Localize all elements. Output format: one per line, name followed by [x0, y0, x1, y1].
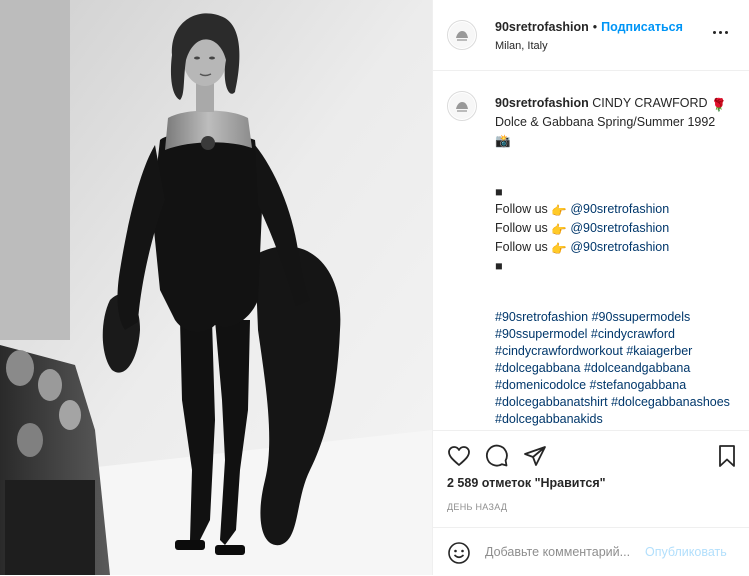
caption-subtitle: Dolce & Gabbana Spring/Summer 1992: [495, 115, 716, 129]
pointing-hand-emoji: 👉: [551, 223, 567, 237]
mention-link[interactable]: @90sretrofashion: [570, 240, 669, 254]
account-avatar-icon[interactable]: [447, 20, 477, 50]
bookmark-icon[interactable]: [715, 444, 739, 468]
runway-photo-illustration: [0, 0, 432, 575]
hashtag-link[interactable]: #dolcegabbana: [495, 361, 581, 375]
post-sidebar: 90sretrofashion • Подписаться Milan, Italy…: [432, 0, 749, 575]
smile-icon[interactable]: [447, 541, 471, 570]
mention-link[interactable]: @90sretrofashion: [570, 221, 669, 235]
more-options-icon[interactable]: [713, 26, 735, 38]
header-separator: •: [592, 20, 598, 34]
follow-button[interactable]: Подписаться: [601, 20, 683, 34]
hashtag-link[interactable]: #cindycrawfordworkout: [495, 344, 623, 358]
hashtag-link[interactable]: #dolcegabbanatshirt: [495, 395, 608, 409]
hashtag-list: #90sretrofashion #90ssupermodels #90ssup…: [495, 309, 731, 428]
comment-icon[interactable]: [485, 444, 509, 468]
publish-button[interactable]: Опубликовать: [645, 545, 727, 559]
caption-username[interactable]: 90sretrofashion: [495, 96, 589, 110]
caption-title: CINDY CRAWFORD: [592, 96, 708, 110]
camera-emoji: 📸: [495, 134, 511, 148]
hashtag-link[interactable]: #90ssupermodel: [495, 327, 587, 341]
mention-link[interactable]: @90sretrofashion: [570, 202, 669, 216]
post-location[interactable]: Milan, Italy: [495, 40, 548, 52]
likes-count[interactable]: 2 589 отметок "Нравится": [447, 476, 606, 490]
post-caption: 90sretrofashion CINDY CRAWFORD 🌹 Dolce &…: [495, 95, 731, 428]
caption-block-top: ■: [495, 185, 503, 199]
hashtag-link[interactable]: #90ssupermodels: [592, 310, 691, 324]
instagram-post: 90sretrofashion • Подписаться Milan, Italy…: [0, 0, 749, 575]
comment-bar: Опубликовать: [433, 527, 749, 576]
hashtag-link[interactable]: #stefanogabbana: [590, 378, 687, 392]
share-icon[interactable]: [523, 444, 547, 468]
hashtag-link[interactable]: #domenicodolce: [495, 378, 586, 392]
post-timestamp[interactable]: ДЕНЬ НАЗАД: [447, 502, 507, 512]
comment-input[interactable]: [485, 540, 643, 564]
heart-icon[interactable]: [447, 444, 471, 468]
post-actions: 2 589 отметок "Нравится" ДЕНЬ НАЗАД Опуб…: [433, 430, 749, 575]
hashtag-link[interactable]: #90sretrofashion: [495, 310, 588, 324]
pointing-hand-emoji: 👉: [551, 204, 567, 218]
rose-emoji: 🌹: [711, 98, 727, 112]
caption-area[interactable]: 90sretrofashion CINDY CRAWFORD 🌹 Dolce &…: [433, 71, 749, 429]
post-photo[interactable]: [0, 0, 432, 575]
header-username[interactable]: 90sretrofashion: [495, 20, 589, 34]
hashtag-link[interactable]: #cindycrawford: [591, 327, 675, 341]
header-line: 90sretrofashion • Подписаться: [495, 20, 683, 34]
hashtag-link[interactable]: #dolcegabbanakids: [495, 412, 603, 426]
follow-line: Follow us 👉 @90sretrofashion: [495, 202, 670, 218]
caption-block-bottom: ■: [495, 259, 503, 273]
hashtag-link[interactable]: #dolcegabbanashoes: [611, 395, 730, 409]
follow-line: Follow us 👉 @90sretrofashion: [495, 221, 670, 237]
follow-line: Follow us 👉 @90sretrofashion: [495, 240, 670, 256]
post-header: 90sretrofashion • Подписаться Milan, Italy: [433, 0, 749, 71]
hashtag-link[interactable]: #kaiagerber: [626, 344, 692, 358]
pointing-hand-emoji: 👉: [551, 242, 567, 256]
caption-avatar-icon[interactable]: [447, 91, 477, 121]
hashtag-link[interactable]: #dolceandgabbana: [584, 361, 690, 375]
